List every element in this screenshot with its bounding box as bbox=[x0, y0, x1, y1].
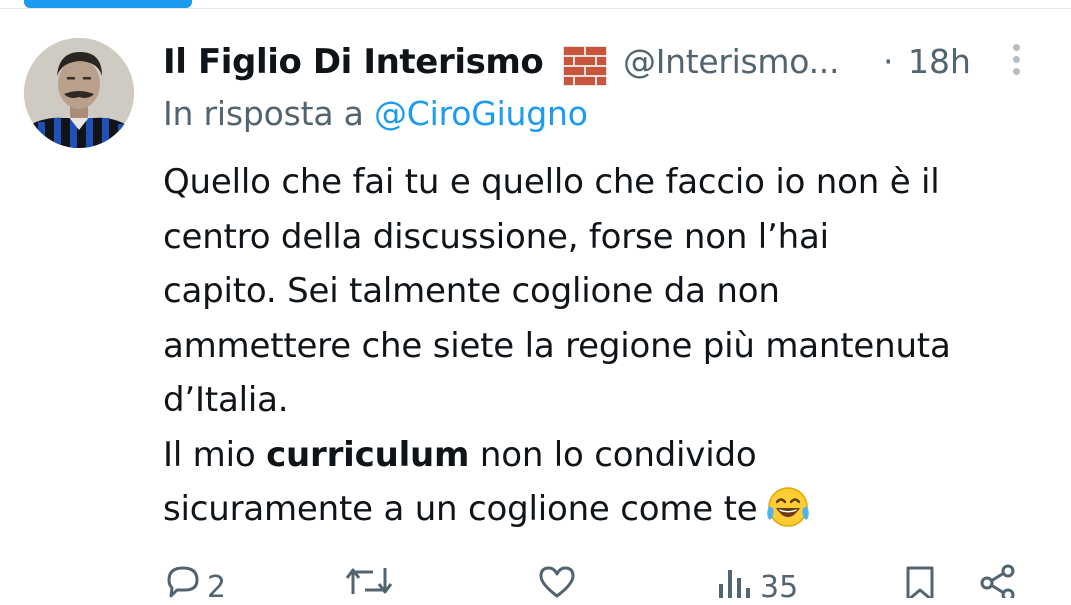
tweet-text-line: ammettere che siete la regione più mante… bbox=[163, 325, 951, 366]
tweet-text-line: d’Italia. bbox=[163, 380, 289, 420]
text-segment: non lo condivido bbox=[469, 434, 757, 475]
author-display-name[interactable]: Il Figlio Di Interismo bbox=[163, 42, 544, 82]
face-with-tears-of-joy-icon bbox=[765, 486, 811, 545]
tweet-text-line: centro della discussione, forse non l’ha… bbox=[163, 216, 829, 257]
tweet-text-line: Quello che fai tu e quello che faccio io… bbox=[163, 162, 940, 202]
active-tab-indicator bbox=[24, 0, 192, 8]
avatar-image bbox=[24, 38, 134, 148]
like-button[interactable] bbox=[537, 564, 581, 598]
reply-mention-link[interactable]: @CiroGiugno bbox=[374, 94, 588, 133]
tweet-header: Il Figlio Di Interismo @Interismo... · 1… bbox=[163, 36, 1031, 86]
tweet-text-line: Il mio curriculum non lo condivido bbox=[163, 428, 1043, 483]
reply-context: In risposta a @CiroGiugno bbox=[163, 94, 588, 133]
tweet-action-bar: 2 35 bbox=[0, 556, 1071, 605]
author-avatar[interactable] bbox=[24, 38, 134, 148]
reply-button[interactable]: 2 bbox=[163, 564, 226, 605]
retweet-icon bbox=[345, 568, 393, 594]
share-icon bbox=[980, 564, 1015, 598]
text-segment: Il mio bbox=[163, 434, 267, 475]
more-options-icon[interactable] bbox=[1006, 44, 1026, 80]
share-button[interactable] bbox=[978, 564, 1018, 598]
tweet-text: Quello che fai tu e quello che faccio io… bbox=[163, 155, 1043, 545]
author-handle[interactable]: @Interismo... bbox=[623, 42, 839, 81]
bookmark-button[interactable] bbox=[902, 564, 938, 598]
bookmark-icon bbox=[906, 566, 934, 598]
brick-emoji-icon bbox=[563, 46, 607, 90]
separator-dot: · bbox=[883, 42, 894, 81]
like-icon bbox=[539, 566, 575, 598]
retweet-button[interactable] bbox=[345, 564, 397, 598]
views-icon bbox=[719, 570, 750, 598]
text-segment: sicuramente a un coglione come te bbox=[163, 489, 758, 529]
tweet-text-line: capito. Sei talmente coglione da non bbox=[163, 271, 780, 311]
tweet-timestamp[interactable]: 18h bbox=[908, 42, 971, 81]
views-button[interactable]: 35 bbox=[716, 564, 798, 605]
top-divider bbox=[0, 8, 1071, 9]
bold-text: curriculum bbox=[266, 434, 470, 475]
reply-count: 2 bbox=[207, 570, 227, 605]
tweet-text-line: sicuramente a un coglione come te bbox=[163, 482, 1043, 545]
reply-prefix: In risposta a bbox=[163, 94, 364, 133]
views-count: 35 bbox=[760, 570, 799, 605]
reply-icon bbox=[167, 566, 199, 598]
